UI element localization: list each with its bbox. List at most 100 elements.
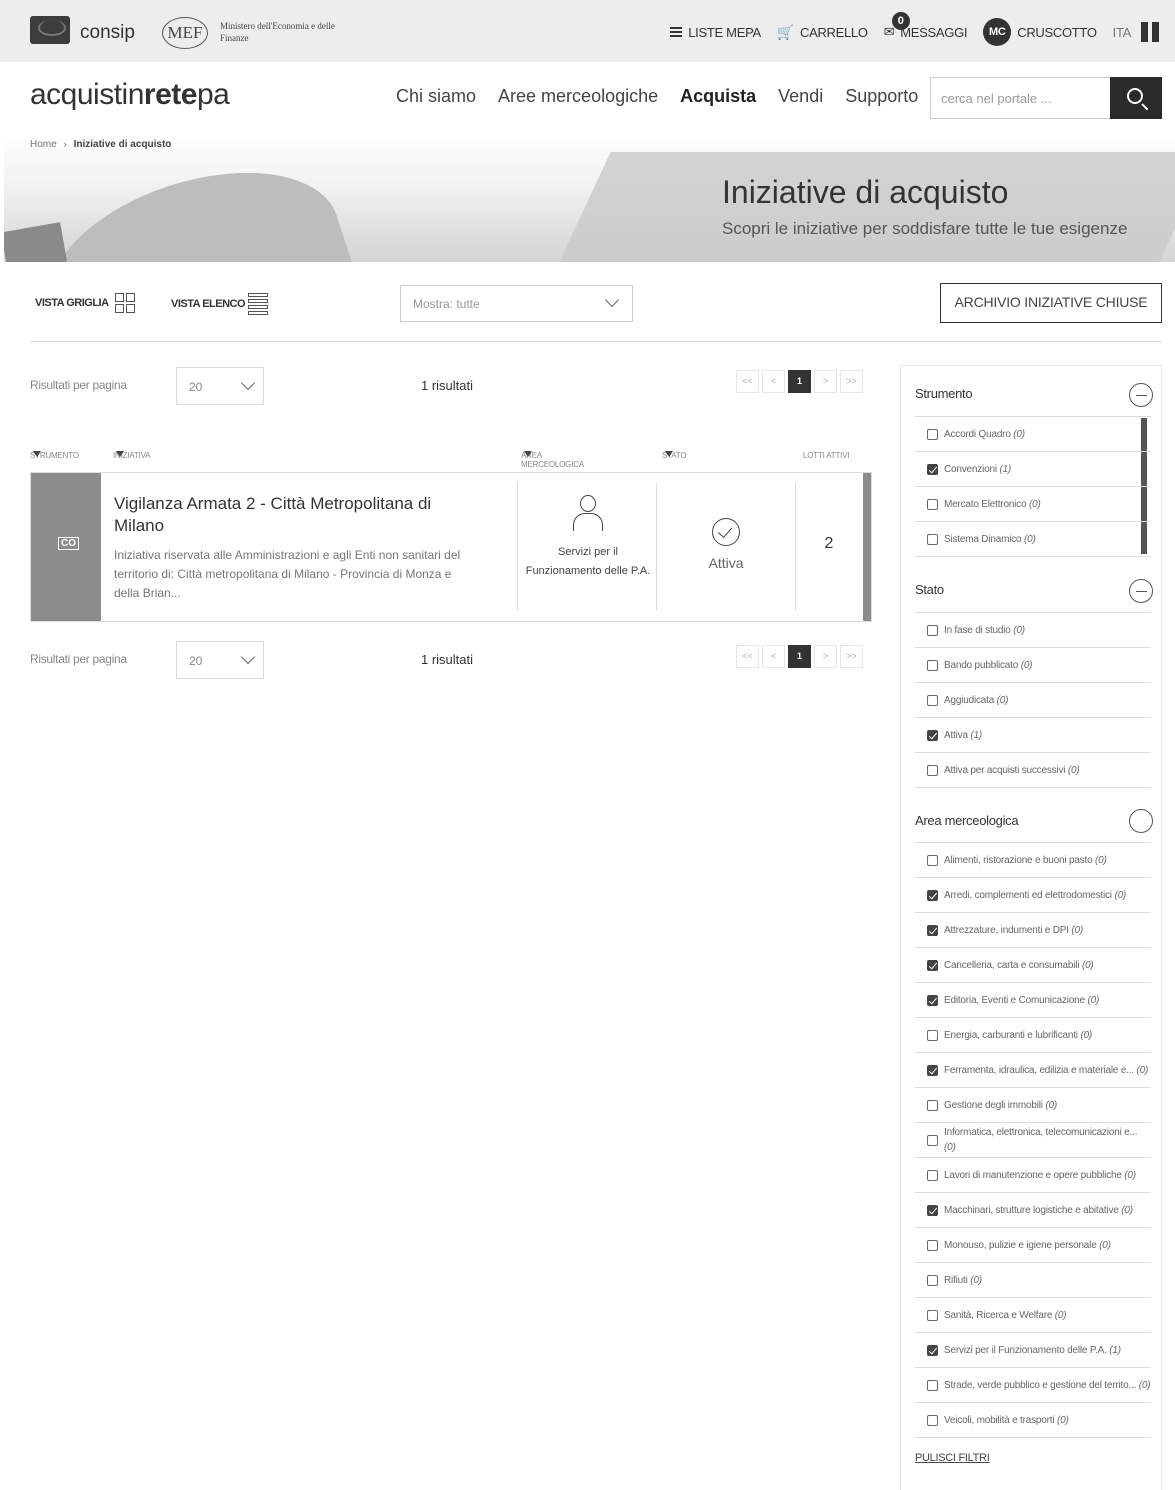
results-per-page-select[interactable]: 20 (176, 641, 264, 679)
filter-option-label: Accordi Quadro (944, 428, 1011, 440)
results-per-page-select[interactable]: 20 (176, 367, 264, 405)
filter-option[interactable]: Editoria, Eventi e Comunicazione (0) (915, 983, 1151, 1018)
checkbox-checked[interactable] (927, 959, 938, 971)
checkbox-checked[interactable] (927, 463, 938, 475)
checkbox[interactable] (927, 428, 938, 440)
checkbox[interactable] (927, 694, 938, 706)
list-view-toggle[interactable]: VISTA ELENCO (171, 293, 269, 315)
checkbox-checked[interactable] (927, 1344, 938, 1356)
brand-logo[interactable]: acquistinretepa (30, 78, 230, 112)
filter-option[interactable]: Bando pubblicato (0) (915, 648, 1151, 683)
pager-prev[interactable]: < (762, 370, 785, 393)
filter-option[interactable]: Sistema Dinamico (0) (915, 522, 1151, 557)
filter-option[interactable]: Informatica, elettronica, telecomunicazi… (915, 1123, 1151, 1158)
checkbox[interactable] (927, 1414, 938, 1426)
checkbox[interactable] (927, 1379, 938, 1391)
search-input[interactable]: cerca nel portale ... (930, 77, 1110, 119)
checkbox[interactable] (927, 624, 938, 636)
initiative-area: Servizi per il Funzionamento delle P.A. (519, 493, 657, 581)
checkbox-checked[interactable] (927, 1204, 938, 1216)
language-selector[interactable]: ITA (1113, 22, 1159, 42)
cruscotto-link[interactable]: MC CRUSCOTTO (983, 18, 1097, 46)
filter-option[interactable]: Gestione degli immobili (0) (915, 1088, 1151, 1123)
person-icon (570, 493, 606, 533)
checkbox[interactable] (927, 1309, 938, 1321)
filter-option[interactable]: Arredi, complementi ed elettrodomestici … (915, 878, 1151, 913)
filter-option[interactable]: Servizi per il Funzionamento delle P.A. … (915, 1333, 1151, 1368)
liste-mepa-link[interactable]: LISTE MEPA (670, 25, 761, 40)
checkbox[interactable] (927, 854, 938, 866)
filter-option[interactable]: Ferramenta, idraulica, edilizia e materi… (915, 1053, 1151, 1088)
filter-option[interactable]: Mercato Elettronico (0) (915, 487, 1151, 522)
filter-option[interactable]: Attrezzature, indumenti e DPI (0) (915, 913, 1151, 948)
initiative-title[interactable]: Vigilanza Armata 2 - Città Metropolitana… (114, 493, 474, 537)
search-button[interactable] (1110, 77, 1162, 119)
nav-acquista[interactable]: Acquista (680, 86, 756, 107)
checkbox[interactable] (927, 533, 938, 545)
filter-option-label: Attrezzature, indumenti e DPI (944, 924, 1069, 936)
consip-logo-icon[interactable] (30, 16, 70, 44)
filter-option[interactable]: Macchinari, strutture logistiche e abita… (915, 1193, 1151, 1228)
checkbox-checked[interactable] (927, 1064, 938, 1076)
clear-filters-link[interactable]: PULISCI FILTRI (915, 1452, 990, 1464)
filter-option[interactable]: Rifiuti (0) (915, 1263, 1151, 1298)
checkbox[interactable] (927, 1134, 938, 1146)
nav-chi-siamo[interactable]: Chi siamo (396, 86, 476, 107)
checkbox[interactable] (927, 1169, 938, 1181)
filter-option[interactable]: Lavori di manutenzione e opere pubbliche… (915, 1158, 1151, 1193)
pager-first[interactable]: << (736, 645, 759, 668)
checkbox-checked[interactable] (927, 924, 938, 936)
filter-option-label: Convenzioni (944, 463, 997, 475)
filter-option[interactable]: In fase di studio (0) (915, 613, 1151, 648)
archive-button[interactable]: ARCHIVIO INIZIATIVE CHIUSE (940, 283, 1162, 323)
checkbox[interactable] (927, 1029, 938, 1041)
checkbox[interactable] (927, 1274, 938, 1286)
checkbox-checked[interactable] (927, 889, 938, 901)
filter-option[interactable]: Energia, carburanti e lubrificanti (0) (915, 1018, 1151, 1053)
filter-option[interactable]: Cancelleria, carta e consumabili (0) (915, 948, 1151, 983)
expand-icon[interactable] (1129, 809, 1153, 833)
show-filter-select[interactable]: Mostra: tutte (400, 285, 633, 322)
nav-aree-merceologiche[interactable]: Aree merceologiche (498, 86, 658, 107)
filter-option-label: Ferramenta, idraulica, edilizia e materi… (944, 1064, 1134, 1076)
pager-page-1[interactable]: 1 (788, 370, 811, 393)
pager-last[interactable]: >> (840, 645, 863, 668)
checkbox[interactable] (927, 764, 938, 776)
filter-option[interactable]: Aggiudicata (0) (915, 683, 1151, 718)
checkbox[interactable] (927, 659, 938, 671)
carrello-link[interactable]: 🛒 CARRELLO (777, 24, 868, 41)
checkbox[interactable] (927, 498, 938, 510)
filter-option-count: (0) (1136, 1064, 1149, 1076)
nav-supporto[interactable]: Supporto (845, 86, 918, 107)
filter-option[interactable]: Attiva per acquisti successivi (0) (915, 753, 1151, 788)
filter-option[interactable]: Accordi Quadro (0) (915, 417, 1151, 452)
pager-next[interactable]: > (814, 645, 837, 668)
checkbox-checked[interactable] (927, 729, 938, 741)
messaggi-link[interactable]: ✉ 0 MESSAGGI (884, 12, 968, 40)
checkbox[interactable] (927, 1239, 938, 1251)
pager-last[interactable]: >> (840, 370, 863, 393)
pager-next[interactable]: > (814, 370, 837, 393)
filter-option[interactable]: Strade, verde pubblico e gestione del te… (915, 1368, 1151, 1403)
mef-logo[interactable]: MEF (162, 17, 208, 49)
grid-view-toggle[interactable]: VISTA GRIGLIA (35, 293, 135, 313)
consip-logo-text[interactable]: consip (80, 22, 135, 44)
pager-page-1[interactable]: 1 (788, 645, 811, 668)
initiative-card[interactable]: CO Vigilanza Armata 2 - Città Metropolit… (30, 472, 872, 622)
sort-icon (116, 451, 124, 457)
filter-option[interactable]: Attiva (1) (915, 718, 1151, 753)
filter-option[interactable]: Alimenti, ristorazione e buoni pasto (0) (915, 843, 1151, 878)
filter-option[interactable]: Convenzioni (1) (915, 452, 1151, 487)
lotti-count: 2 (824, 535, 834, 552)
filter-option[interactable]: Veicoli, mobilità e trasporti (0) (915, 1403, 1151, 1438)
nav-vendi[interactable]: Vendi (778, 86, 823, 107)
checkbox-checked[interactable] (927, 994, 938, 1006)
collapse-icon[interactable] (1129, 383, 1153, 407)
checkbox[interactable] (927, 1099, 938, 1111)
filter-option[interactable]: Monouso, pulizie e igiene personale (0) (915, 1228, 1151, 1263)
filter-option[interactable]: Sanità, Ricerca e Welfare (0) (915, 1298, 1151, 1333)
pager-prev[interactable]: < (762, 645, 785, 668)
pager-first[interactable]: << (736, 370, 759, 393)
breadcrumb-home[interactable]: Home (30, 139, 57, 150)
collapse-icon[interactable] (1129, 579, 1153, 603)
